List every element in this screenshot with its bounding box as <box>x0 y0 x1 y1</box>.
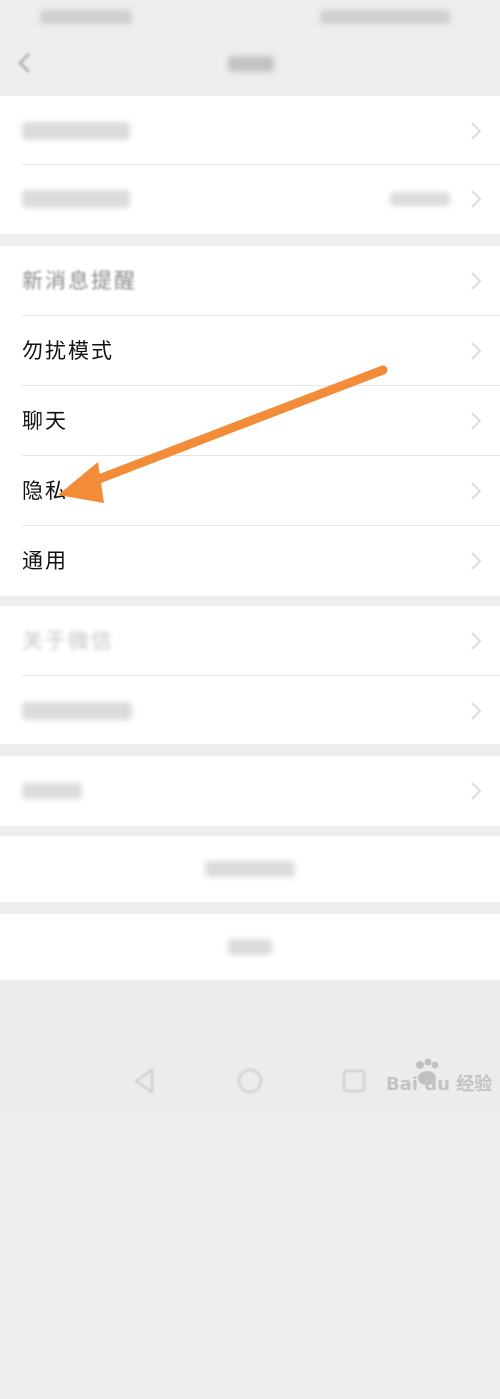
settings-row-blurred[interactable] <box>0 676 500 746</box>
chevron-left-icon[interactable] <box>14 50 36 76</box>
chevron-right-icon <box>471 342 482 360</box>
settings-row-blurred[interactable] <box>0 96 500 166</box>
chevron-right-icon <box>471 632 482 650</box>
status-bar <box>0 0 500 36</box>
row-label: 关于微信 <box>22 629 114 653</box>
settings-group-about: 关于微信 <box>0 606 500 744</box>
settings-screen: 新消息提醒 勿扰模式 聊天 隐私 通用 关于微信 Bai du 经验 <box>0 0 500 1111</box>
settings-row-about-wechat[interactable]: 关于微信 <box>0 606 500 676</box>
chevron-right-icon <box>471 122 482 140</box>
settings-row-notifications[interactable]: 新消息提醒 <box>0 246 500 316</box>
chevron-right-icon <box>471 190 482 208</box>
settings-group-account <box>0 96 500 234</box>
row-label: 聊天 <box>22 409 68 433</box>
settings-group-main: 新消息提醒 勿扰模式 聊天 隐私 通用 <box>0 246 500 596</box>
settings-row-general[interactable]: 通用 <box>0 526 500 596</box>
row-label: 勿扰模式 <box>22 339 114 363</box>
baidu-jingyan-logo: Bai du 经验 <box>384 1056 496 1100</box>
page-title <box>200 50 300 78</box>
row-label: 隐私 <box>22 479 68 503</box>
nav-back-icon[interactable] <box>130 1067 158 1095</box>
chevron-right-icon <box>471 482 482 500</box>
switch-account-button[interactable] <box>0 836 500 902</box>
chevron-right-icon <box>471 412 482 430</box>
settings-row-blurred[interactable] <box>0 756 500 826</box>
settings-group-plugins <box>0 756 500 826</box>
row-label: 通用 <box>22 549 68 573</box>
settings-row-blurred[interactable] <box>0 164 500 234</box>
settings-row-do-not-disturb[interactable]: 勿扰模式 <box>0 316 500 386</box>
chevron-right-icon <box>471 782 482 800</box>
nav-back-icon[interactable] <box>130 1369 160 1399</box>
row-label: 新消息提醒 <box>22 269 137 293</box>
logout-button[interactable] <box>0 914 500 980</box>
chevron-right-icon <box>471 272 482 290</box>
chevron-right-icon <box>471 702 482 720</box>
settings-row-privacy[interactable]: 隐私 <box>0 456 500 526</box>
watermark-text: Bai du 经验 <box>386 1073 493 1095</box>
nav-recents-icon[interactable] <box>340 1067 368 1095</box>
nav-home-icon[interactable] <box>236 1067 264 1095</box>
chevron-right-icon <box>471 552 482 570</box>
settings-row-chat[interactable]: 聊天 <box>0 386 500 456</box>
